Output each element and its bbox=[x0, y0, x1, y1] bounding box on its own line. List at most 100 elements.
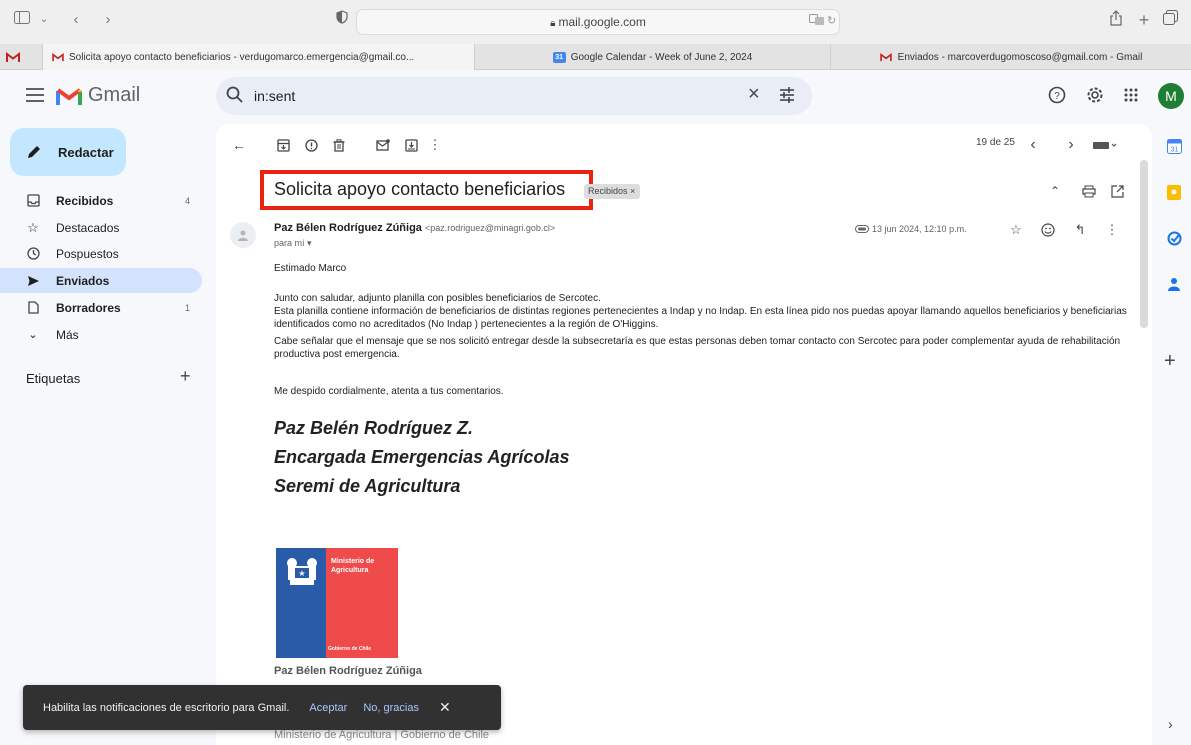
archive-icon[interactable] bbox=[274, 136, 292, 154]
report-spam-icon[interactable] bbox=[302, 136, 320, 154]
sidebar-item-borradores[interactable]: Borradores 1 bbox=[0, 295, 202, 320]
forward-icon[interactable]: › bbox=[98, 10, 118, 30]
settings-gear-icon[interactable] bbox=[1084, 84, 1106, 106]
account-avatar[interactable]: M bbox=[1158, 83, 1184, 109]
chevron-down-icon: ⌄ bbox=[28, 329, 38, 341]
accept-notifications-button[interactable]: Aceptar bbox=[309, 702, 347, 714]
url-text: mail.google.com bbox=[558, 15, 646, 29]
newer-chevron-icon[interactable]: ‹ bbox=[1024, 136, 1042, 154]
sidebar-item-enviados[interactable]: Enviados bbox=[0, 268, 202, 293]
sidebar-item-mas[interactable]: ⌄ Más bbox=[0, 322, 202, 347]
tab-enviados[interactable]: Enviados - marcoverdugomoscoso@gmail.com… bbox=[830, 44, 1191, 70]
clock-icon bbox=[26, 247, 40, 260]
sender-email: <paz.rodriguez@minagri.gob.cl> bbox=[424, 223, 556, 233]
email-paragraph-3: Cabe señalar que el mensaje que se nos s… bbox=[274, 336, 1121, 360]
email-subject: Solicita apoyo contacto beneficiarios bbox=[274, 179, 566, 199]
print-icon[interactable] bbox=[1080, 182, 1098, 200]
keep-icon[interactable] bbox=[1166, 184, 1182, 200]
svg-text:?: ? bbox=[1054, 91, 1060, 102]
coat-of-arms-icon: ★ bbox=[287, 558, 317, 585]
show-side-panel-icon[interactable]: › bbox=[1168, 716, 1173, 732]
address-bar[interactable]: 🔒︎ mail.google.com ↻ bbox=[356, 9, 840, 35]
star-icon: ☆ bbox=[27, 219, 39, 235]
back-icon[interactable]: ‹ bbox=[66, 10, 86, 30]
logo-text-1: Ministerio de bbox=[331, 558, 375, 565]
gmail-wordmark: Gmail bbox=[88, 84, 141, 106]
signature-partial-line: Ministerio de Agricultura | Gobierno de … bbox=[274, 729, 490, 741]
older-chevron-icon[interactable]: › bbox=[1062, 136, 1080, 154]
mark-unread-icon[interactable] bbox=[374, 136, 392, 154]
gmail-m-icon bbox=[56, 87, 82, 105]
email-greeting: Estimado Marco bbox=[274, 263, 347, 274]
draft-count: 1 bbox=[184, 302, 190, 313]
sidebar-item-recibidos[interactable]: Recibidos 4 bbox=[0, 188, 202, 213]
star-icon[interactable]: ☆ bbox=[1008, 222, 1024, 238]
browser-toolbar: ⌄ ‹ › 🔒︎ mail.google.com ↻ + bbox=[0, 0, 1191, 44]
search-options-icon[interactable] bbox=[778, 86, 796, 109]
more-vertical-icon[interactable]: ⋮ bbox=[426, 136, 444, 154]
sidebar-toggle-icon[interactable] bbox=[12, 10, 32, 30]
more-vertical-icon[interactable]: ⋮ bbox=[1104, 222, 1120, 238]
clear-search-icon[interactable]: × bbox=[748, 83, 760, 106]
tasks-icon[interactable] bbox=[1166, 230, 1182, 246]
gmail-icon bbox=[51, 52, 64, 63]
search-icon[interactable] bbox=[226, 86, 244, 109]
sidebar-item-pospuestos[interactable]: Pospuestos bbox=[0, 241, 202, 266]
emoji-react-icon[interactable] bbox=[1040, 222, 1056, 238]
contacts-icon[interactable] bbox=[1166, 276, 1182, 292]
new-tab-icon[interactable]: + bbox=[1134, 10, 1154, 30]
signature-office: Seremi de Agricultura bbox=[274, 476, 461, 496]
signature-name-under-logo: Paz Bélen Rodríguez Zúñiga bbox=[274, 665, 422, 677]
share-icon[interactable] bbox=[1106, 10, 1126, 30]
logo-text-gobierno: Gobierno de Chile bbox=[328, 646, 372, 652]
pagination-text: 19 de 25 bbox=[976, 137, 1015, 148]
pencil-icon bbox=[28, 146, 40, 158]
open-new-window-icon[interactable] bbox=[1108, 182, 1126, 200]
calendar-icon[interactable]: 31 bbox=[1166, 138, 1182, 154]
logo-text-2: Agricultura bbox=[331, 567, 369, 574]
get-addons-icon[interactable]: + bbox=[1164, 350, 1176, 373]
keyboard-input-icon[interactable] bbox=[1090, 136, 1120, 154]
gmail-logo[interactable]: Gmail bbox=[56, 84, 140, 107]
reply-icon[interactable]: ↰ bbox=[1072, 222, 1088, 238]
sender-name[interactable]: Paz Bélen Rodríguez Zúñiga bbox=[274, 222, 422, 234]
decline-notifications-button[interactable]: No, gracias bbox=[363, 702, 419, 714]
back-arrow-icon[interactable]: ← bbox=[230, 136, 248, 154]
pinned-gmail-tab[interactable] bbox=[6, 50, 22, 64]
compose-button[interactable]: Redactar bbox=[10, 128, 126, 176]
inbox-icon bbox=[26, 194, 40, 207]
reload-icon[interactable]: ↻ bbox=[827, 14, 836, 27]
lock-icon: 🔒︎ bbox=[550, 18, 556, 29]
recipient-dropdown[interactable]: para mí ▾ bbox=[274, 238, 312, 249]
search-input[interactable] bbox=[254, 85, 724, 107]
privacy-shield-icon[interactable] bbox=[332, 10, 352, 30]
tab-google-calendar[interactable]: 31 Google Calendar - Week of June 2, 202… bbox=[474, 44, 830, 70]
calendar-icon: 31 bbox=[552, 51, 566, 63]
main-menu-icon[interactable] bbox=[26, 88, 44, 102]
sender-avatar bbox=[230, 222, 256, 248]
sidebar-item-label: Recibidos bbox=[56, 193, 114, 208]
add-label-icon[interactable]: + bbox=[180, 366, 191, 387]
tab-solicita-apoyo[interactable]: Solicita apoyo contacto beneficiarios - … bbox=[42, 44, 474, 70]
compose-label: Redactar bbox=[58, 144, 114, 160]
scrollbar[interactable] bbox=[1140, 160, 1148, 328]
chevron-down-icon[interactable]: ⌄ bbox=[34, 10, 54, 30]
help-icon[interactable]: ? bbox=[1046, 84, 1068, 106]
sidebar-item-destacados[interactable]: ☆ Destacados bbox=[0, 215, 202, 240]
apps-grid-icon[interactable] bbox=[1120, 84, 1142, 106]
inbox-label-chip[interactable]: Recibidos × bbox=[584, 184, 641, 199]
search-bar: × bbox=[216, 77, 812, 115]
tab-label: Solicita apoyo contacto beneficiarios - … bbox=[69, 51, 415, 63]
move-to-icon[interactable] bbox=[402, 136, 420, 154]
signature-name: Paz Belén Rodríguez Z. bbox=[274, 418, 474, 438]
close-snackbar-icon[interactable]: ✕ bbox=[439, 699, 451, 716]
tab-label: Google Calendar - Week of June 2, 2024 bbox=[570, 51, 753, 63]
collapse-all-icon[interactable]: ⌃ bbox=[1046, 182, 1064, 200]
tab-overview-icon[interactable] bbox=[1160, 10, 1180, 30]
delete-icon[interactable] bbox=[330, 136, 348, 154]
translate-icon[interactable] bbox=[809, 14, 825, 29]
browser-tab-bar: Solicita apoyo contacto beneficiarios - … bbox=[0, 44, 1191, 70]
signature-role: Encargada Emergencias Agrícolas bbox=[274, 447, 570, 467]
message-date: 13 jun 2024, 12:10 p.m. bbox=[872, 224, 967, 234]
attachment-icon bbox=[854, 221, 870, 237]
